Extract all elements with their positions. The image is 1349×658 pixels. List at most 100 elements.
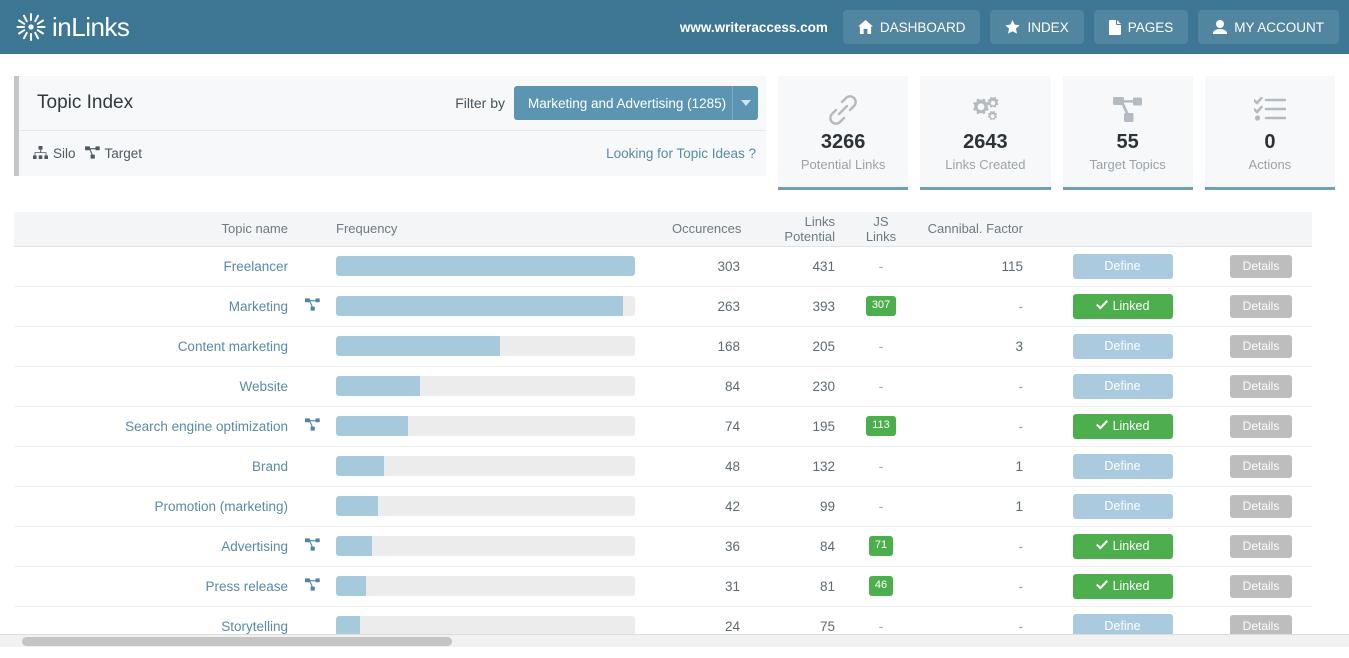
stat-label: Potential Links (800, 156, 886, 172)
frequency-cell (330, 246, 660, 286)
target-icon-cell (294, 526, 330, 566)
action-button-label: Define (1104, 339, 1141, 353)
linked-button[interactable]: Linked (1072, 573, 1173, 599)
empty-value: - (1018, 538, 1024, 554)
table-row[interactable]: Website 84 230 - - Define Details (14, 366, 1312, 406)
linked-button[interactable]: Linked (1072, 533, 1173, 559)
topic-index-table: Topic name Frequency Occurences Links Po… (14, 212, 1312, 647)
check-icon (1095, 299, 1108, 313)
topic-name-cell: Promotion (marketing) (14, 486, 294, 526)
topic-name-link[interactable]: Freelancer (223, 259, 288, 274)
frequency-bar-fill (336, 376, 420, 396)
nav-my-account-button[interactable]: MY ACCOUNT (1198, 10, 1339, 44)
table-row[interactable]: Brand 48 132 - 1 Define Details (14, 446, 1312, 486)
details-button[interactable]: Details (1229, 414, 1293, 438)
nav-pages-button[interactable]: PAGES (1093, 10, 1189, 44)
define-button[interactable]: Define (1072, 373, 1173, 399)
cannibal-factor-cell: 1 (1015, 498, 1023, 514)
column-header-frequency[interactable]: Frequency (330, 212, 660, 247)
table-body: Freelancer 303 431-115 Define Details Marketi… (14, 246, 1312, 646)
project-diagram-icon[interactable] (304, 418, 320, 434)
target-toggle[interactable]: Target (84, 145, 142, 162)
nav-index-button[interactable]: INDEX (990, 10, 1084, 44)
table-header: Topic name Frequency Occurences Links Po… (14, 212, 1312, 247)
frequency-bar-track (336, 496, 635, 516)
js-links-badge: 113 (866, 416, 896, 436)
topic-name-link[interactable]: Website (239, 379, 288, 394)
stat-card-potential-links[interactable]: 3266 Potential Links (778, 76, 909, 190)
column-header-js-links[interactable]: JS Links (847, 212, 915, 247)
category-filter-select[interactable]: Marketing and Advertising (1285) (514, 86, 758, 120)
topic-name-link[interactable]: Promotion (marketing) (154, 499, 288, 514)
table-row[interactable]: Press release 31 81 46 - Linked Details (14, 566, 1312, 606)
details-button[interactable]: Details (1229, 294, 1293, 318)
table-row[interactable]: Content marketing 168 205 - 3 Define Details (14, 326, 1312, 366)
define-button[interactable]: Define (1072, 453, 1173, 479)
linked-button[interactable]: Linked (1072, 293, 1173, 319)
topic-name-link[interactable]: Search engine optimization (125, 419, 288, 434)
action-cell: Linked (1035, 406, 1210, 446)
js-links-cell: 46 (847, 566, 915, 606)
table-row[interactable]: Advertising 36 84 71 - Linked Details (14, 526, 1312, 566)
topic-name-link[interactable]: Marketing (229, 299, 288, 314)
nav-dashboard-button[interactable]: DASHBOARD (842, 10, 981, 44)
action-cell: Define (1035, 246, 1210, 286)
stat-card-actions[interactable]: 0 Actions (1204, 76, 1335, 190)
frequency-bar-track (336, 416, 635, 436)
column-header-links-potential[interactable]: Links Potential (752, 212, 847, 247)
define-button[interactable]: Define (1072, 333, 1173, 359)
cogs-icon (968, 92, 1002, 128)
category-filter-value: Marketing and Advertising (1285) (528, 95, 727, 111)
frequency-cell (330, 406, 660, 446)
horizontal-scrollbar[interactable] (0, 633, 1349, 647)
project-diagram-icon[interactable] (304, 298, 320, 314)
silo-toggle[interactable]: Silo (33, 145, 76, 162)
linked-button[interactable]: Linked (1072, 413, 1173, 439)
project-diagram-icon[interactable] (304, 538, 320, 554)
topic-index-table-wrapper: Topic name Frequency Occurences Links Po… (14, 212, 1312, 647)
details-button[interactable]: Details (1229, 494, 1293, 518)
occurences-cell: 42 (724, 498, 740, 514)
action-button-label: Define (1104, 259, 1141, 273)
brand-logo[interactable]: inLinks (14, 10, 130, 44)
details-button[interactable]: Details (1229, 374, 1293, 398)
topic-ideas-link[interactable]: Looking for Topic Ideas ? (606, 146, 756, 161)
topic-name-link[interactable]: Advertising (221, 539, 288, 554)
chevron-down-icon[interactable] (732, 86, 758, 120)
occurences-cell: 74 (724, 418, 740, 434)
project-diagram-icon[interactable] (304, 578, 320, 594)
table-row[interactable]: Freelancer 303 431 - 115 Define Details (14, 246, 1312, 286)
details-cell: Details (1210, 286, 1312, 326)
topic-name-link[interactable]: Content marketing (178, 339, 288, 354)
empty-value: - (1018, 578, 1024, 594)
js-links-cell: - (847, 446, 915, 486)
details-cell: Details (1210, 486, 1312, 526)
topic-name-link[interactable]: Brand (252, 459, 288, 474)
frequency-cell (330, 526, 660, 566)
column-header-occurences[interactable]: Occurences (660, 212, 752, 247)
cannibal-factor-cell: 1 (1015, 458, 1023, 474)
links-potential-cell: 81 (819, 578, 835, 594)
details-button[interactable]: Details (1229, 454, 1293, 478)
stat-card-links-created[interactable]: 2643 Links Created (920, 76, 1051, 190)
define-button[interactable]: Define (1072, 493, 1173, 519)
frequency-bar-track (336, 456, 635, 476)
details-button[interactable]: Details (1229, 534, 1293, 558)
details-button[interactable]: Details (1229, 254, 1293, 278)
details-button[interactable]: Details (1229, 574, 1293, 598)
column-header-topic-name[interactable]: Topic name (14, 212, 294, 247)
topic-name-cell: Advertising (14, 526, 294, 566)
js-links-cell: - (847, 246, 915, 286)
column-header-cannibal-factor[interactable]: Cannibal. Factor (915, 212, 1035, 247)
js-links-cell: - (847, 326, 915, 366)
horizontal-scrollbar-thumb[interactable] (22, 636, 452, 646)
define-button[interactable]: Define (1072, 253, 1173, 279)
top-navigation-bar: inLinks www.writeraccess.com DASHBOARD I… (0, 0, 1349, 54)
table-row[interactable]: Marketing 263 393 307 - Linked Details (14, 286, 1312, 326)
topic-name-link[interactable]: Storytelling (221, 619, 288, 634)
details-button[interactable]: Details (1229, 334, 1293, 358)
table-row[interactable]: Promotion (marketing) 42 99 - 1 Define Details (14, 486, 1312, 526)
stat-card-target-topics[interactable]: 55 Target Topics (1062, 76, 1193, 190)
table-row[interactable]: Search engine optimization 74 195 113 - Linke… (14, 406, 1312, 446)
topic-name-link[interactable]: Press release (205, 579, 288, 594)
